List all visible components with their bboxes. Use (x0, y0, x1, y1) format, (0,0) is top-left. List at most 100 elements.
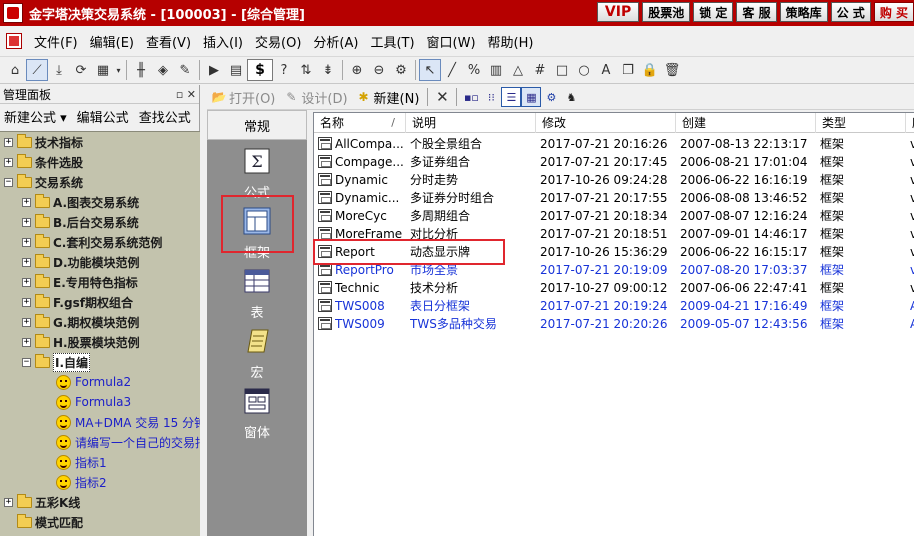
expand-icon[interactable]: + (22, 277, 31, 287)
copy-icon[interactable]: ❐ (617, 59, 639, 81)
category-table[interactable]: 表 (222, 266, 292, 321)
column-header[interactable]: 所 (906, 113, 914, 133)
tree-folder-item[interactable]: − 交易系统 (4, 172, 83, 192)
strategy-library-button[interactable]: 策略库 (779, 2, 828, 22)
table-row[interactable]: TWS009 TWS多品种交易 2017-07-21 20:20:26 2009-05… (314, 315, 914, 333)
column-header[interactable]: 类型 (816, 113, 906, 133)
table-row[interactable]: Report 动态显示牌 2017-10-26 15:36:29 2006-06-22… (314, 243, 914, 261)
table-row[interactable]: Dynamic... 多证券分时组合 2017-07-21 20:17:55 2006… (314, 189, 914, 207)
tree-folder-item[interactable]: + H.股票模块范例 (22, 332, 140, 352)
download-icon[interactable]: ⤓ (48, 59, 70, 81)
delete-icon[interactable]: ✕ (432, 87, 452, 107)
tree-folder-item[interactable]: + A.图表交易系统 (22, 192, 139, 212)
percent-icon[interactable]: % (463, 59, 485, 81)
tree-formula-item[interactable]: 请编写一个自己的交易指标 (56, 432, 200, 452)
stock-pool-button[interactable]: 股票池 (642, 2, 691, 22)
home-icon[interactable]: ⌂ (4, 59, 26, 81)
tree-folder-item[interactable]: + E.专用特色指标 (22, 272, 138, 292)
table-row[interactable]: MoreCyc 多周期组合 2017-07-21 20:18:34 2007-08-0… (314, 207, 914, 225)
customer-service-button[interactable]: 客 服 (736, 2, 777, 22)
open-button[interactable]: 📂 打开(O) (207, 88, 279, 107)
expand-icon[interactable]: + (4, 157, 13, 167)
category-form[interactable]: 窗体 (222, 386, 292, 441)
menu-item[interactable]: 帮助(H) (482, 32, 540, 51)
column-header[interactable]: 修改 (536, 113, 676, 133)
expand-icon[interactable]: + (22, 217, 31, 227)
expand-icon[interactable]: + (22, 257, 31, 267)
menu-item[interactable]: 交易(O) (249, 32, 307, 51)
category-formula[interactable]: Σ 公式 (222, 146, 292, 201)
table-row[interactable]: Dynamic 分时走势 2017-10-26 09:24:28 2006-06-22… (314, 171, 914, 189)
new-formula-button[interactable]: 新建公式 ▾ (4, 107, 67, 126)
menu-item[interactable]: 分析(A) (307, 32, 364, 51)
tree-folder-item[interactable]: + 条件选股 (4, 152, 83, 172)
tree-folder-item[interactable]: + 技术指标 (4, 132, 83, 152)
small-icons-view-icon[interactable]: ▪▫ (461, 87, 481, 107)
triangle-icon[interactable]: △ (507, 59, 529, 81)
expand-icon[interactable]: + (22, 337, 31, 347)
column-header[interactable]: 名称 / (314, 113, 406, 133)
menu-item[interactable]: 查看(V) (140, 32, 197, 51)
table-row[interactable]: AllCompa... 个股全景组合 2017-07-21 20:16:26 2007… (314, 135, 914, 153)
column-header[interactable]: 说明 (406, 113, 536, 133)
tree-folder-item[interactable]: + B.后台交易系统 (22, 212, 139, 232)
play-icon[interactable]: ▶ (203, 59, 225, 81)
menu-item[interactable]: 编辑(E) (84, 32, 140, 51)
diamond-icon[interactable]: ◈ (152, 59, 174, 81)
line-icon[interactable]: ╱ (441, 59, 463, 81)
vip-button[interactable]: VIP (596, 2, 640, 22)
buy-button[interactable]: 购 买 (873, 2, 914, 22)
edit-icon[interactable]: ✎ (174, 59, 196, 81)
zoom-in-icon[interactable]: ⊕ (346, 59, 368, 81)
table-row[interactable]: TWS008 表日分框架 2017-07-21 20:19:24 2009-04-21… (314, 297, 914, 315)
column-header[interactable]: 创建 (676, 113, 816, 133)
sort-icon[interactable]: ⇅ (295, 59, 317, 81)
dropdown-arrow-icon[interactable]: ▾ (114, 59, 123, 81)
expand-icon[interactable]: + (4, 137, 13, 147)
menu-item[interactable]: 插入(I) (197, 32, 249, 51)
tree-formula-item[interactable]: Formula2 (56, 372, 131, 392)
new-button[interactable]: ✱ 新建(N) (352, 88, 424, 107)
trash-icon[interactable]: 🗑 (661, 59, 683, 81)
collapse-icon[interactable]: − (4, 177, 13, 187)
table-row[interactable]: ReportPro 市场全景 2017-07-21 20:19:09 2007-08-… (314, 261, 914, 279)
dollar-icon[interactable]: $ (247, 59, 273, 81)
shield-icon[interactable]: ♞ (561, 87, 581, 107)
cursor-icon[interactable]: ↖ (419, 59, 441, 81)
tree-folder-item[interactable]: + D.功能模块范例 (22, 252, 140, 272)
circle-icon[interactable]: ○ (573, 59, 595, 81)
tab-general[interactable]: 常规 (207, 110, 307, 140)
tree-folder-item[interactable]: − I.自编 (22, 352, 91, 372)
tree-folder-item[interactable]: + 五彩K线 (4, 492, 80, 512)
grid-icon[interactable]: ▦ (92, 59, 114, 81)
table-row[interactable]: MoreFrame 对比分析 2017-07-21 20:18:51 2007-09-… (314, 225, 914, 243)
design-button[interactable]: ✎ 设计(D) (279, 88, 351, 107)
chart-icon[interactable]: ▤ (225, 59, 247, 81)
lock-icon[interactable]: 🔒 (639, 59, 661, 81)
tree-folder-item[interactable]: + C.套利交易系统范例 (22, 232, 162, 252)
ruler-icon[interactable]: ⟋ (26, 59, 48, 81)
collapse-icon[interactable]: − (22, 357, 31, 367)
lock-button[interactable]: 锁 定 (693, 2, 734, 22)
question-icon[interactable]: ? (273, 59, 295, 81)
document-icon[interactable] (6, 33, 22, 49)
menu-item[interactable]: 工具(T) (364, 32, 420, 51)
settings-icon[interactable]: ⚙ (390, 59, 412, 81)
tree-formula-item[interactable]: Formula3 (56, 392, 131, 412)
tree-formula-item[interactable]: MA+DMA 交易 15 分钟 (56, 412, 200, 432)
rectangle-icon[interactable]: □ (551, 59, 573, 81)
align-icon[interactable]: ⇟ (317, 59, 339, 81)
bars-icon[interactable]: ▥ (485, 59, 507, 81)
tree-folder-item[interactable]: 模式匹配 (4, 512, 83, 532)
tree-formula-item[interactable]: 指标2 (56, 472, 107, 492)
candlestick-icon[interactable]: ╫ (130, 59, 152, 81)
text-icon[interactable]: A (595, 59, 617, 81)
settings-gear-icon[interactable]: ⚙ (541, 87, 561, 107)
pin-close-icon[interactable]: ▫ ✕ (176, 88, 196, 101)
category-macro[interactable]: 宏 (222, 326, 292, 381)
refresh-icon[interactable]: ⟳ (70, 59, 92, 81)
tree-formula-item[interactable]: 指标1 (56, 452, 107, 472)
details-view-icon[interactable]: ☰ (501, 87, 522, 107)
tree-folder-item[interactable]: + G.期权模块范例 (22, 312, 139, 332)
expand-icon[interactable]: + (22, 297, 31, 307)
